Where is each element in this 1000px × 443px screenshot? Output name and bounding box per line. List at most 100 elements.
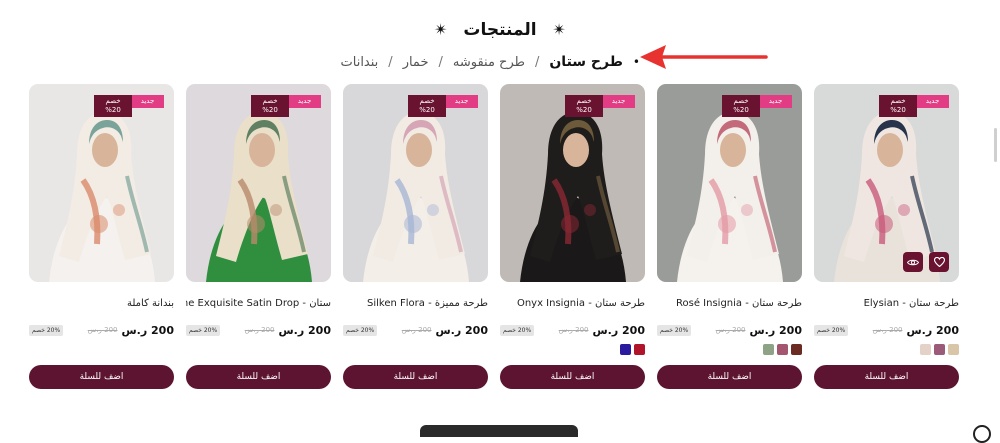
price-value: 200 [779, 323, 802, 337]
badge-discount: خصم 20% [722, 95, 760, 117]
currency-label: ر.س [749, 323, 776, 337]
category-tab[interactable]: طرح منقوشه [453, 55, 525, 70]
color-swatches [29, 344, 174, 355]
old-price-value: 200 [261, 326, 275, 334]
old-price: 200 ر.س [873, 326, 903, 334]
product-card[interactable]: جديد خصم 20% ستان - The Exquisite Satin Dr… [186, 84, 331, 389]
badge-discount: خصم 20% [565, 95, 603, 117]
product-name[interactable]: طرحة ستان - Elysian [814, 298, 959, 312]
old-price-value: 200 [104, 326, 118, 334]
category-tab[interactable]: بندانات [341, 55, 379, 70]
discount-tag: 20% خصم [186, 324, 221, 336]
color-swatch[interactable] [791, 344, 802, 355]
product-name[interactable]: طرحة ستان - Rosé Insignia [657, 298, 802, 312]
product-price: 200 ر.س [278, 324, 331, 337]
red-arrow-annotation [640, 45, 768, 69]
add-to-cart-button[interactable]: اضف للسلة [500, 365, 645, 389]
discount-tag: 20% خصم [29, 324, 64, 336]
scrollbar-thumb[interactable] [994, 128, 997, 162]
color-swatch[interactable] [920, 344, 931, 355]
eye-icon[interactable] [903, 252, 923, 272]
price-value: 200 [308, 323, 331, 337]
old-price: 200 ر.س [88, 326, 118, 334]
currency-label: ر.س [558, 326, 573, 334]
price-line: 200 ر.س 200 ر.س 20% خصم [343, 324, 488, 337]
product-card[interactable]: جديد خصم 20% بندانة كاملة 200 ر.س 200 ر.س 20%… [29, 84, 174, 389]
product-price: 200 ر.س [592, 324, 645, 337]
badge-discount: خصم 20% [408, 95, 446, 117]
discount-tag: 20% خصم [500, 324, 535, 336]
product-image[interactable]: جديد خصم 20% [186, 84, 331, 282]
star-icon: ✴ [434, 20, 448, 39]
badge-discount: خصم 20% [251, 95, 289, 117]
product-card[interactable]: جديد خصم 20% طرحة ستان - Onyx Insignia 200 … [500, 84, 645, 389]
product-name[interactable]: ستان - The Exquisite Satin Drop [186, 298, 331, 312]
heart-icon[interactable] [929, 252, 949, 272]
category-tab[interactable]: خمار [403, 55, 429, 70]
badge-new: جديد [131, 95, 164, 108]
color-swatch[interactable] [634, 344, 645, 355]
old-price: 200 ر.س [559, 326, 589, 334]
old-price: 200 ر.س [716, 326, 746, 334]
discount-tag: 20% خصم [814, 324, 849, 336]
badge-discount: خصم 20% [879, 95, 917, 117]
add-to-cart-button[interactable]: اضف للسلة [186, 365, 331, 389]
bottom-floating-bar[interactable] [420, 425, 578, 437]
category-tab[interactable]: طرح ستان [549, 54, 623, 70]
category-separator: / [438, 54, 443, 70]
category-separator: / [388, 54, 393, 70]
price-line: 200 ر.س 200 ر.س 20% خصم [29, 324, 174, 337]
price-line: 200 ر.س 200 ر.س 20% خصم [500, 324, 645, 337]
color-swatches [343, 344, 488, 355]
color-swatches [657, 344, 802, 355]
price-line: 200 ر.س 200 ر.س 20% خصم [814, 323, 959, 337]
currency-label: ر.س [244, 326, 259, 334]
product-image[interactable]: جديد خصم 20% [657, 84, 802, 282]
product-name[interactable]: طرحة ستان - Onyx Insignia [500, 298, 645, 312]
color-swatch[interactable] [777, 344, 788, 355]
product-image[interactable]: جديد خصم 20% [29, 84, 174, 282]
old-price-value: 200 [575, 326, 589, 334]
product-image[interactable]: جديد خصم 20% [343, 84, 488, 282]
section-title-text: المنتجات [463, 20, 537, 40]
color-swatches [186, 344, 331, 355]
price-value: 200 [465, 323, 488, 337]
category-separator: / [534, 54, 540, 70]
price-line: 200 ر.س 200 ر.س 20% خصم [657, 324, 802, 337]
chat-icon[interactable] [973, 425, 991, 443]
currency-label: ر.س [401, 326, 416, 334]
product-card[interactable]: جديد خصم 20% طرحة ستان - Elysian 200 ر.س 200… [814, 84, 959, 389]
currency-label: ر.س [121, 323, 148, 337]
product-image[interactable]: جديد خصم 20% [814, 84, 959, 282]
price-value: 200 [936, 323, 959, 337]
discount-tag: 20% خصم [343, 324, 378, 336]
product-card[interactable]: جديد خصم 20% طرحة ستان - Rosé Insignia 200 … [657, 84, 802, 389]
add-to-cart-button[interactable]: اضف للسلة [343, 365, 488, 389]
product-name[interactable]: طرحة مميزة - Silken Flora [343, 298, 488, 312]
product-image[interactable]: جديد خصم 20% [500, 84, 645, 282]
badge-new: جديد [916, 95, 949, 108]
old-price-value: 200 [418, 326, 432, 334]
product-price: 200 ر.س [121, 324, 174, 337]
color-swatch[interactable] [763, 344, 774, 355]
add-to-cart-button[interactable]: اضف للسلة [814, 365, 959, 389]
old-price: 200 ر.س [245, 326, 275, 334]
color-swatch[interactable] [948, 344, 959, 355]
product-price: 200 ر.س [435, 324, 488, 337]
badge-new: جديد [759, 95, 792, 108]
star-icon: ✴ [552, 20, 566, 39]
product-name[interactable]: بندانة كاملة [29, 298, 174, 312]
section-title: ✴ المنتجات ✴ [0, 20, 1000, 40]
old-price-value: 200 [732, 326, 746, 334]
price-value: 200 [622, 323, 645, 337]
currency-label: ر.س [715, 326, 730, 334]
currency-label: ر.س [278, 323, 305, 337]
add-to-cart-button[interactable]: اضف للسلة [657, 365, 802, 389]
color-swatch[interactable] [620, 344, 631, 355]
product-price: 200 ر.س [749, 324, 802, 337]
badge-new: جديد [445, 95, 478, 108]
product-card[interactable]: جديد خصم 20% طرحة مميزة - Silken Flora 200 … [343, 84, 488, 389]
color-swatch[interactable] [934, 344, 945, 355]
add-to-cart-button[interactable]: اضف للسلة [29, 365, 174, 389]
currency-label: ر.س [872, 326, 887, 334]
